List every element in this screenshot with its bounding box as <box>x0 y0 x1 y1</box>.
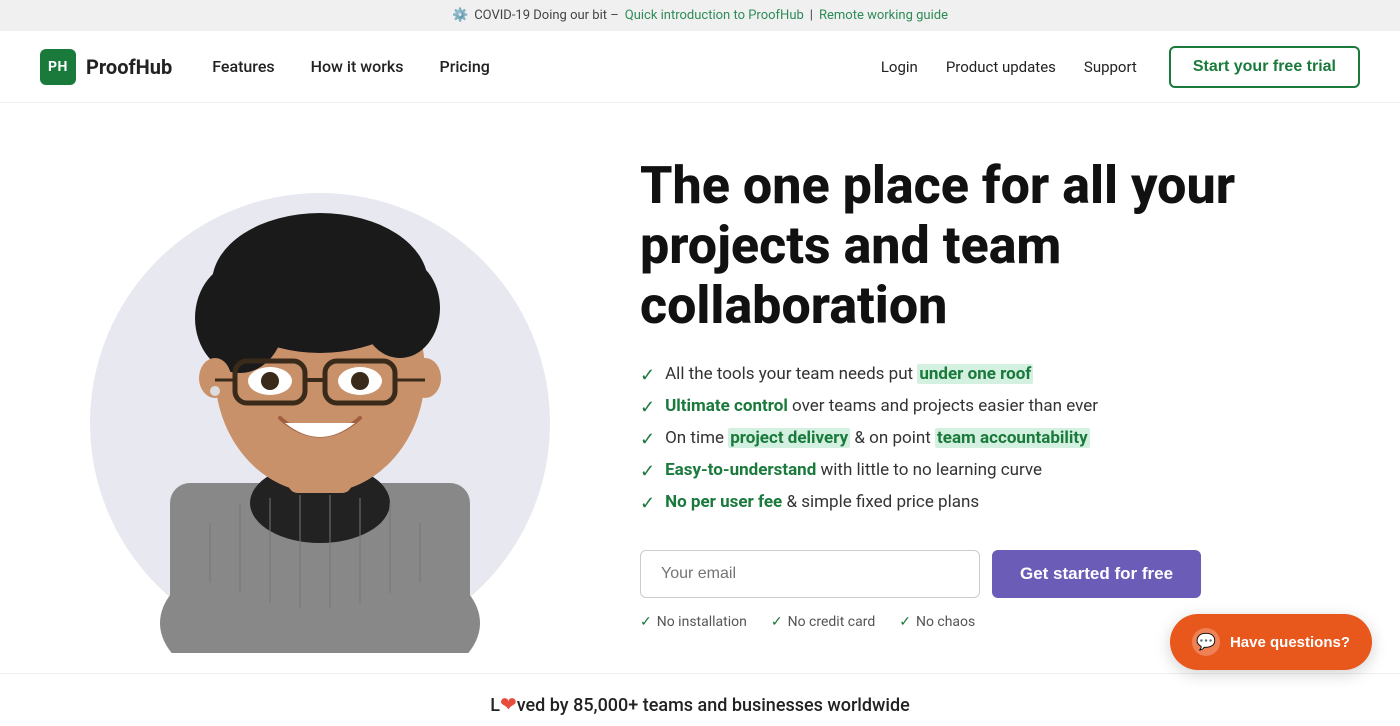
nav-features[interactable]: Features <box>212 57 274 76</box>
check-small-2: ✓ <box>771 614 783 630</box>
nav-right-links: Login Product updates Support <box>881 57 1137 76</box>
logo[interactable]: PH ProofHub <box>40 49 172 85</box>
email-input[interactable] <box>640 550 980 598</box>
bullet-3: ✓ On time project delivery & on point te… <box>640 428 1360 450</box>
bullet-2: ✓ Ultimate control over teams and projec… <box>640 396 1360 418</box>
nav-links: Features How it works Pricing <box>212 57 490 76</box>
chat-button[interactable]: 💬 Have questions? <box>1170 614 1372 670</box>
meta-no-credit-card: ✓ No credit card <box>771 614 875 630</box>
bullet-5: ✓ No per user fee & simple fixed price p… <box>640 492 1360 514</box>
nav-support[interactable]: Support <box>1084 58 1137 76</box>
start-trial-button[interactable]: Start your free trial <box>1169 46 1360 88</box>
gear-icon: ⚙️ <box>452 8 468 23</box>
brand-name: ProofHub <box>86 55 172 79</box>
bullet-1: ✓ All the tools your team needs put unde… <box>640 364 1360 386</box>
heart-icon: ❤ <box>500 692 517 716</box>
hero-bullets: ✓ All the tools your team needs put unde… <box>640 364 1360 514</box>
loved-bar: L❤ved by 85,000+ teams and businesses wo… <box>0 673 1400 726</box>
bullet-4: ✓ Easy-to-understand with little to no l… <box>640 460 1360 482</box>
banner-link2[interactable]: Remote working guide <box>819 8 948 23</box>
meta-no-chaos: ✓ No chaos <box>899 614 975 630</box>
check-icon-5: ✓ <box>640 493 655 514</box>
hero-section: The one place for all your projects and … <box>0 103 1400 673</box>
check-icon-4: ✓ <box>640 461 655 482</box>
banner-prefix: COVID-19 Doing our bit – <box>474 8 619 23</box>
nav-product-updates[interactable]: Product updates <box>946 58 1056 76</box>
highlight-team-accountability: team accountability <box>935 428 1090 448</box>
banner-link1[interactable]: Quick introduction to ProofHub <box>625 8 804 23</box>
hero-person <box>110 143 530 653</box>
highlight-ultimate-control: Ultimate control <box>665 396 788 416</box>
check-small-1: ✓ <box>640 614 652 630</box>
hero-title: The one place for all your projects and … <box>640 156 1360 335</box>
cta-row: Get started for free <box>640 550 1360 598</box>
banner-pipe: | <box>810 8 813 23</box>
highlight-easy-to-understand: Easy-to-understand <box>665 460 816 480</box>
navbar: PH ProofHub Features How it works Pricin… <box>0 31 1400 103</box>
get-started-button[interactable]: Get started for free <box>992 550 1201 598</box>
highlight-no-per-user-fee: No per user fee <box>665 492 782 512</box>
hero-image-area <box>60 133 580 653</box>
nav-how-it-works[interactable]: How it works <box>311 57 404 76</box>
chat-bubble-icon: 💬 <box>1192 628 1220 656</box>
check-small-3: ✓ <box>899 614 911 630</box>
chat-label: Have questions? <box>1230 634 1350 651</box>
check-icon-3: ✓ <box>640 429 655 450</box>
highlight-under-one-roof: under one roof <box>917 364 1033 384</box>
top-banner: ⚙️ COVID-19 Doing our bit – Quick introd… <box>0 0 1400 31</box>
check-icon-2: ✓ <box>640 397 655 418</box>
highlight-project-delivery: project delivery <box>728 428 850 448</box>
logo-icon: PH <box>40 49 76 85</box>
nav-pricing[interactable]: Pricing <box>439 57 489 76</box>
meta-no-installation: ✓ No installation <box>640 614 747 630</box>
hero-content: The one place for all your projects and … <box>620 156 1360 629</box>
nav-login[interactable]: Login <box>881 58 918 76</box>
nav-right: Login Product updates Support Start your… <box>881 46 1360 88</box>
check-icon-1: ✓ <box>640 365 655 386</box>
